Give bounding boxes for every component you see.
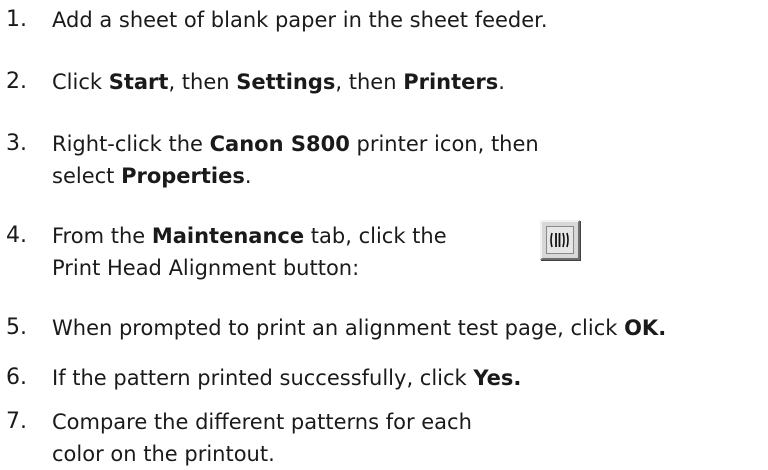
text-fragment: When prompted to print an alignment test… [52, 316, 625, 340]
step-text: When prompted to print an alignment test… [52, 312, 666, 344]
text-fragment: Click [52, 70, 109, 94]
print-head-alignment-button[interactable] [540, 220, 580, 260]
step-line: Right-click the Canon S800 printer icon,… [52, 128, 539, 160]
step-line: Print Head Alignment button: [52, 256, 360, 280]
step-text: If the pattern printed successfully, cli… [52, 362, 521, 394]
step-number: 7. [6, 409, 27, 434]
properties-label: Properties [121, 164, 245, 188]
text-fragment: , then [168, 70, 237, 94]
printers-label: Printers [403, 70, 499, 94]
text-fragment: . [498, 70, 505, 94]
step-number: 4. [6, 223, 27, 248]
step-text: From the Maintenance tab, click the Prin… [52, 220, 447, 284]
step-text: Right-click the Canon S800 printer icon,… [52, 128, 539, 192]
ok-label: OK. [624, 316, 667, 340]
print-head-alignment-icon [550, 232, 569, 248]
start-label: Start [108, 70, 169, 94]
step-line: color on the printout. [52, 442, 275, 466]
text-fragment: , then [335, 70, 404, 94]
step-number: 3. [6, 131, 27, 156]
text-fragment: printer icon, then [349, 132, 539, 156]
step-number: 1. [6, 7, 27, 32]
printer-name: Canon S800 [209, 132, 350, 156]
step-number: 6. [6, 365, 27, 390]
maintenance-tab-label: Maintenance [151, 224, 305, 248]
text-fragment: If the pattern printed successfully, cli… [52, 366, 474, 390]
instruction-list: 1. Add a sheet of blank paper in the she… [0, 0, 768, 469]
text-fragment: From the [52, 224, 152, 248]
step-line: From the Maintenance tab, click the [52, 220, 447, 252]
step-text: Click Start, then Settings, then Printer… [52, 66, 505, 98]
text-fragment: Right-click the [52, 132, 210, 156]
settings-label: Settings [236, 70, 336, 94]
step-text: Add a sheet of blank paper in the sheet … [52, 8, 548, 32]
text-fragment: . [244, 164, 252, 188]
step-line: Compare the different patterns for each [52, 410, 472, 434]
text-fragment: tab, click the [304, 224, 447, 248]
text-fragment: select [52, 164, 122, 188]
yes-label: Yes. [473, 366, 522, 390]
step-number: 2. [6, 69, 27, 94]
step-line: select Properties. [52, 160, 539, 192]
step-number: 5. [6, 315, 27, 340]
step-text: Compare the different patterns for each … [52, 406, 472, 470]
